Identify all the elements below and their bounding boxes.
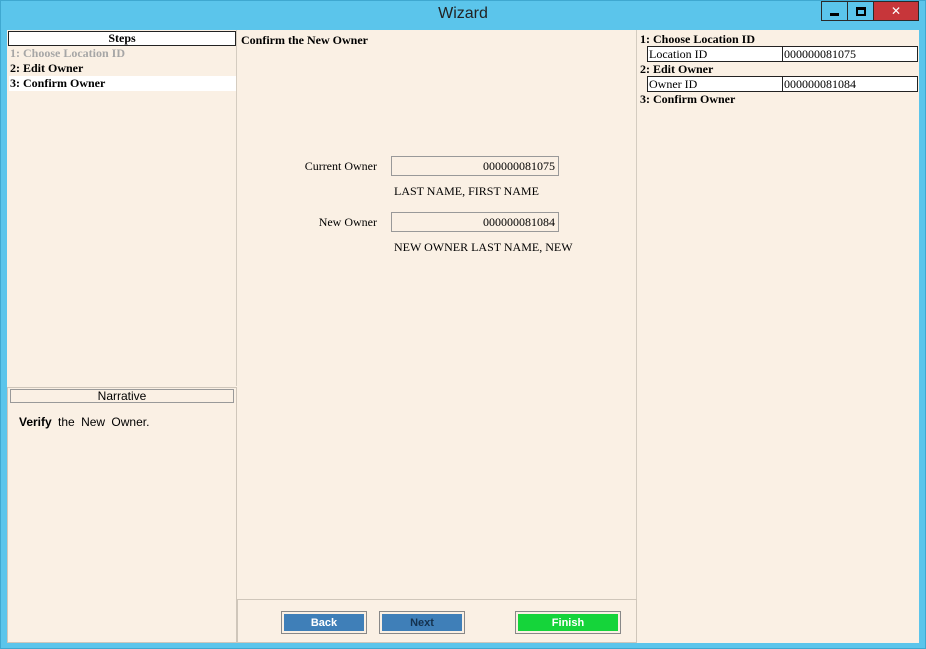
current-owner-name: LAST NAME, FIRST NAME <box>394 184 539 198</box>
wizard-client-area: Steps 1: Choose Location ID 2: Edit Owne… <box>7 30 919 643</box>
title-bar[interactable]: Wizard ✕ <box>1 1 925 29</box>
summary-section-confirm-owner: 3: Confirm Owner <box>640 92 736 106</box>
step-confirm-owner[interactable]: 3: Confirm Owner <box>9 76 236 91</box>
close-button[interactable]: ✕ <box>873 1 919 21</box>
summary-row-owner-id: Owner ID 000000081084 <box>647 76 918 92</box>
narrative-text: Verify the New Owner. <box>19 415 149 429</box>
summary-section-edit-owner: 2: Edit Owner <box>640 62 714 76</box>
summary-panel: 1: Choose Location ID Location ID 000000… <box>638 30 919 643</box>
steps-panel: Steps 1: Choose Location ID 2: Edit Owne… <box>7 30 237 386</box>
current-owner-label: Current Owner <box>304 159 377 173</box>
current-owner-field: 000000081075 <box>391 156 559 176</box>
narrative-verb: Verify <box>19 415 52 429</box>
back-button-label: Back <box>284 614 364 631</box>
maximize-button[interactable] <box>847 1 874 21</box>
wizard-window: Wizard ✕ Steps 1: Choose Location ID 2: … <box>0 0 926 649</box>
new-owner-field: 000000081084 <box>391 212 559 232</box>
button-bar: Back Next Finish <box>237 599 637 643</box>
back-button[interactable]: Back <box>281 611 367 634</box>
next-button-label: Next <box>382 614 462 631</box>
summary-section-location: 1: Choose Location ID <box>640 32 756 46</box>
new-owner-label: New Owner <box>318 215 377 229</box>
finish-button[interactable]: Finish <box>515 611 621 634</box>
maximize-icon <box>855 6 866 16</box>
summary-key: Owner ID <box>648 77 783 91</box>
finish-button-label: Finish <box>518 614 618 631</box>
page-title: Confirm the New Owner <box>241 33 368 47</box>
window-title: Wizard <box>438 5 488 22</box>
narrative-panel: Narrative Verify the New Owner. <box>7 387 237 643</box>
summary-key: Location ID <box>648 47 783 61</box>
next-button[interactable]: Next <box>379 611 465 634</box>
narrative-header: Narrative <box>10 389 234 403</box>
step-edit-owner[interactable]: 2: Edit Owner <box>9 61 236 76</box>
close-icon: ✕ <box>890 4 902 18</box>
step-choose-location-id: 1: Choose Location ID <box>10 46 126 60</box>
summary-value: 000000081075 <box>784 47 856 61</box>
narrative-rest: the New Owner. <box>58 415 150 429</box>
minimize-button[interactable] <box>821 1 848 21</box>
confirm-panel: Confirm the New Owner Current Owner 0000… <box>237 30 637 643</box>
minimize-icon <box>830 12 839 16</box>
summary-row-location-id: Location ID 000000081075 <box>647 46 918 62</box>
summary-value: 000000081084 <box>784 77 856 91</box>
new-owner-name: NEW OWNER LAST NAME, NEW <box>394 240 573 254</box>
steps-header: Steps <box>8 31 236 46</box>
